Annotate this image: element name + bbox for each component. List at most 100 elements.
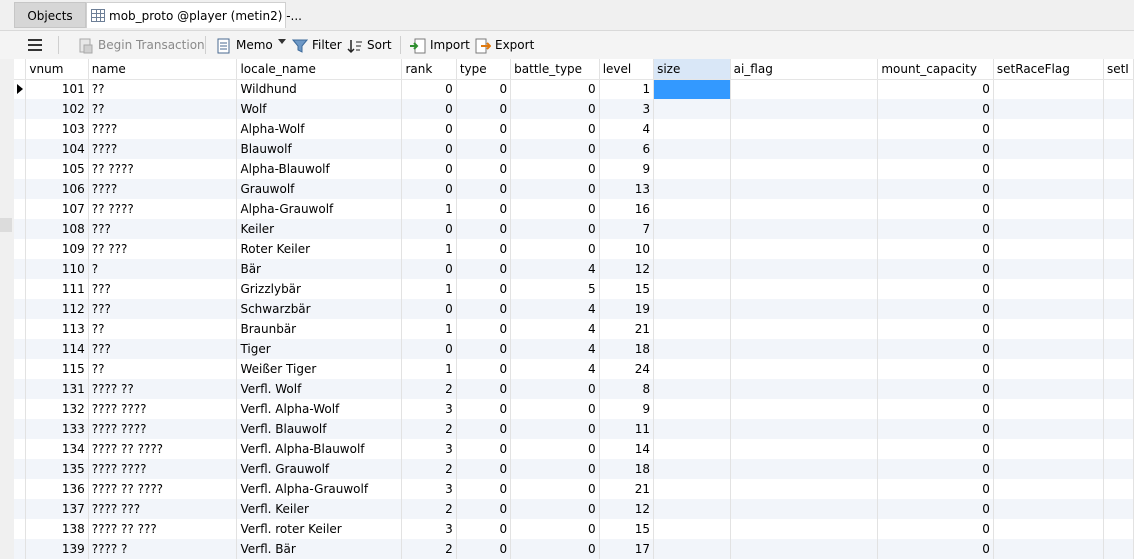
row-marker[interactable] (14, 139, 27, 159)
cell-set-race-flag[interactable] (993, 419, 1104, 439)
cell-battle-type[interactable]: 4 (510, 319, 600, 339)
cell-size[interactable] (653, 319, 731, 339)
cell-battle-type[interactable]: 0 (510, 399, 600, 419)
cell-vnum[interactable]: 103 (25, 119, 89, 139)
cell-set-race-flag[interactable] (993, 99, 1104, 119)
cell-battle-type[interactable]: 4 (510, 299, 600, 319)
row-marker[interactable] (14, 459, 27, 479)
column-header-mount-capacity[interactable]: mount_capacity (877, 59, 994, 80)
cell-type[interactable]: 0 (456, 99, 512, 119)
cell-type[interactable]: 0 (456, 319, 512, 339)
import-button[interactable]: Import (410, 35, 470, 55)
column-header-battle-type[interactable]: battle_type (510, 59, 600, 80)
cell-set-race-flag[interactable] (993, 299, 1104, 319)
row-marker[interactable] (14, 259, 27, 279)
table-row[interactable]: 131???? ?? Verfl. Wolf 2 0 0 8 0 (14, 379, 1134, 399)
cell-ai-flag[interactable] (730, 259, 879, 279)
row-marker[interactable] (14, 539, 27, 559)
cell-locale-name[interactable]: Verfl. Wolf (236, 379, 403, 399)
cell-locale-name[interactable]: Grizzlybär (236, 279, 403, 299)
cell-ai-flag[interactable] (730, 239, 879, 259)
cell-rank[interactable]: 0 (401, 159, 457, 179)
cell-mount-capacity[interactable]: 0 (877, 299, 994, 319)
cell-type[interactable]: 0 (456, 179, 512, 199)
cell-battle-type[interactable]: 4 (510, 339, 600, 359)
cell-type[interactable]: 0 (456, 419, 512, 439)
table-row[interactable]: 113?? Braunbär 1 0 4 21 0 (14, 319, 1134, 339)
cell-vnum[interactable]: 114 (25, 339, 89, 359)
cell-level[interactable]: 11 (599, 419, 655, 439)
cell-size[interactable] (653, 459, 731, 479)
cell-type[interactable]: 0 (456, 379, 512, 399)
cell-battle-type[interactable]: 4 (510, 359, 600, 379)
cell-set-i[interactable] (1103, 79, 1134, 99)
cell-set-race-flag[interactable] (993, 399, 1104, 419)
cell-mount-capacity[interactable]: 0 (877, 459, 994, 479)
cell-mount-capacity[interactable]: 0 (877, 139, 994, 159)
cell-set-i[interactable] (1103, 239, 1134, 259)
cell-vnum[interactable]: 139 (25, 539, 89, 559)
cell-ai-flag[interactable] (730, 439, 879, 459)
cell-name[interactable]: ???? ?? ???? (88, 479, 238, 499)
table-row[interactable]: 102?? Wolf 0 0 0 3 0 (14, 99, 1134, 119)
cell-set-i[interactable] (1103, 499, 1134, 519)
cell-set-race-flag[interactable] (993, 239, 1104, 259)
cell-mount-capacity[interactable]: 0 (877, 159, 994, 179)
cell-battle-type[interactable]: 0 (510, 99, 600, 119)
cell-rank[interactable]: 1 (401, 199, 457, 219)
cell-vnum[interactable]: 111 (25, 279, 89, 299)
cell-name[interactable]: ??? (88, 299, 238, 319)
table-row[interactable]: 103???? Alpha-Wolf 0 0 0 4 0 (14, 119, 1134, 139)
cell-ai-flag[interactable] (730, 459, 879, 479)
cell-mount-capacity[interactable]: 0 (877, 399, 994, 419)
cell-name[interactable]: ???? ?? ??? (88, 519, 238, 539)
cell-size[interactable] (653, 419, 731, 439)
tab-objects[interactable]: Objects (14, 2, 86, 28)
cell-mount-capacity[interactable]: 0 (877, 379, 994, 399)
table-row[interactable]: 136???? ?? ???? Verfl. Alpha-Grauwolf 3 0 0 2… (14, 479, 1134, 499)
cell-mount-capacity[interactable]: 0 (877, 439, 994, 459)
cell-size[interactable] (653, 299, 731, 319)
cell-rank[interactable]: 3 (401, 439, 457, 459)
cell-ai-flag[interactable] (730, 219, 879, 239)
cell-set-race-flag[interactable] (993, 79, 1104, 99)
cell-battle-type[interactable]: 0 (510, 539, 600, 559)
cell-mount-capacity[interactable]: 0 (877, 279, 994, 299)
cell-level[interactable]: 15 (599, 519, 655, 539)
cell-name[interactable]: ???? (88, 179, 238, 199)
cell-battle-type[interactable]: 0 (510, 239, 600, 259)
cell-type[interactable]: 0 (456, 159, 512, 179)
cell-vnum[interactable]: 135 (25, 459, 89, 479)
cell-locale-name[interactable]: Verfl. Alpha-Wolf (236, 399, 403, 419)
cell-type[interactable]: 0 (456, 519, 512, 539)
cell-mount-capacity[interactable]: 0 (877, 539, 994, 559)
cell-battle-type[interactable]: 0 (510, 79, 600, 99)
cell-rank[interactable]: 0 (401, 79, 457, 99)
cell-set-i[interactable] (1103, 339, 1134, 359)
cell-size[interactable] (653, 99, 731, 119)
cell-size[interactable] (653, 499, 731, 519)
column-header-name[interactable]: name (88, 59, 238, 80)
cell-set-i[interactable] (1103, 359, 1134, 379)
cell-level[interactable]: 12 (599, 499, 655, 519)
column-header-level[interactable]: level (599, 59, 655, 80)
cell-ai-flag[interactable] (730, 279, 879, 299)
cell-name[interactable]: ???? ?? ???? (88, 439, 238, 459)
cell-ai-flag[interactable] (730, 399, 879, 419)
cell-level[interactable]: 3 (599, 99, 655, 119)
cell-level[interactable]: 15 (599, 279, 655, 299)
cell-locale-name[interactable]: Keiler (236, 219, 403, 239)
cell-type[interactable]: 0 (456, 259, 512, 279)
cell-rank[interactable]: 3 (401, 479, 457, 499)
cell-set-i[interactable] (1103, 319, 1134, 339)
cell-rank[interactable]: 0 (401, 219, 457, 239)
cell-locale-name[interactable]: Wolf (236, 99, 403, 119)
cell-battle-type[interactable]: 0 (510, 459, 600, 479)
column-header-ai-flag[interactable]: ai_flag (730, 59, 879, 80)
cell-locale-name[interactable]: Blauwolf (236, 139, 403, 159)
row-marker[interactable] (14, 279, 27, 299)
cell-level[interactable]: 10 (599, 239, 655, 259)
cell-locale-name[interactable]: Weißer Tiger (236, 359, 403, 379)
cell-type[interactable]: 0 (456, 359, 512, 379)
cell-size[interactable] (653, 519, 731, 539)
